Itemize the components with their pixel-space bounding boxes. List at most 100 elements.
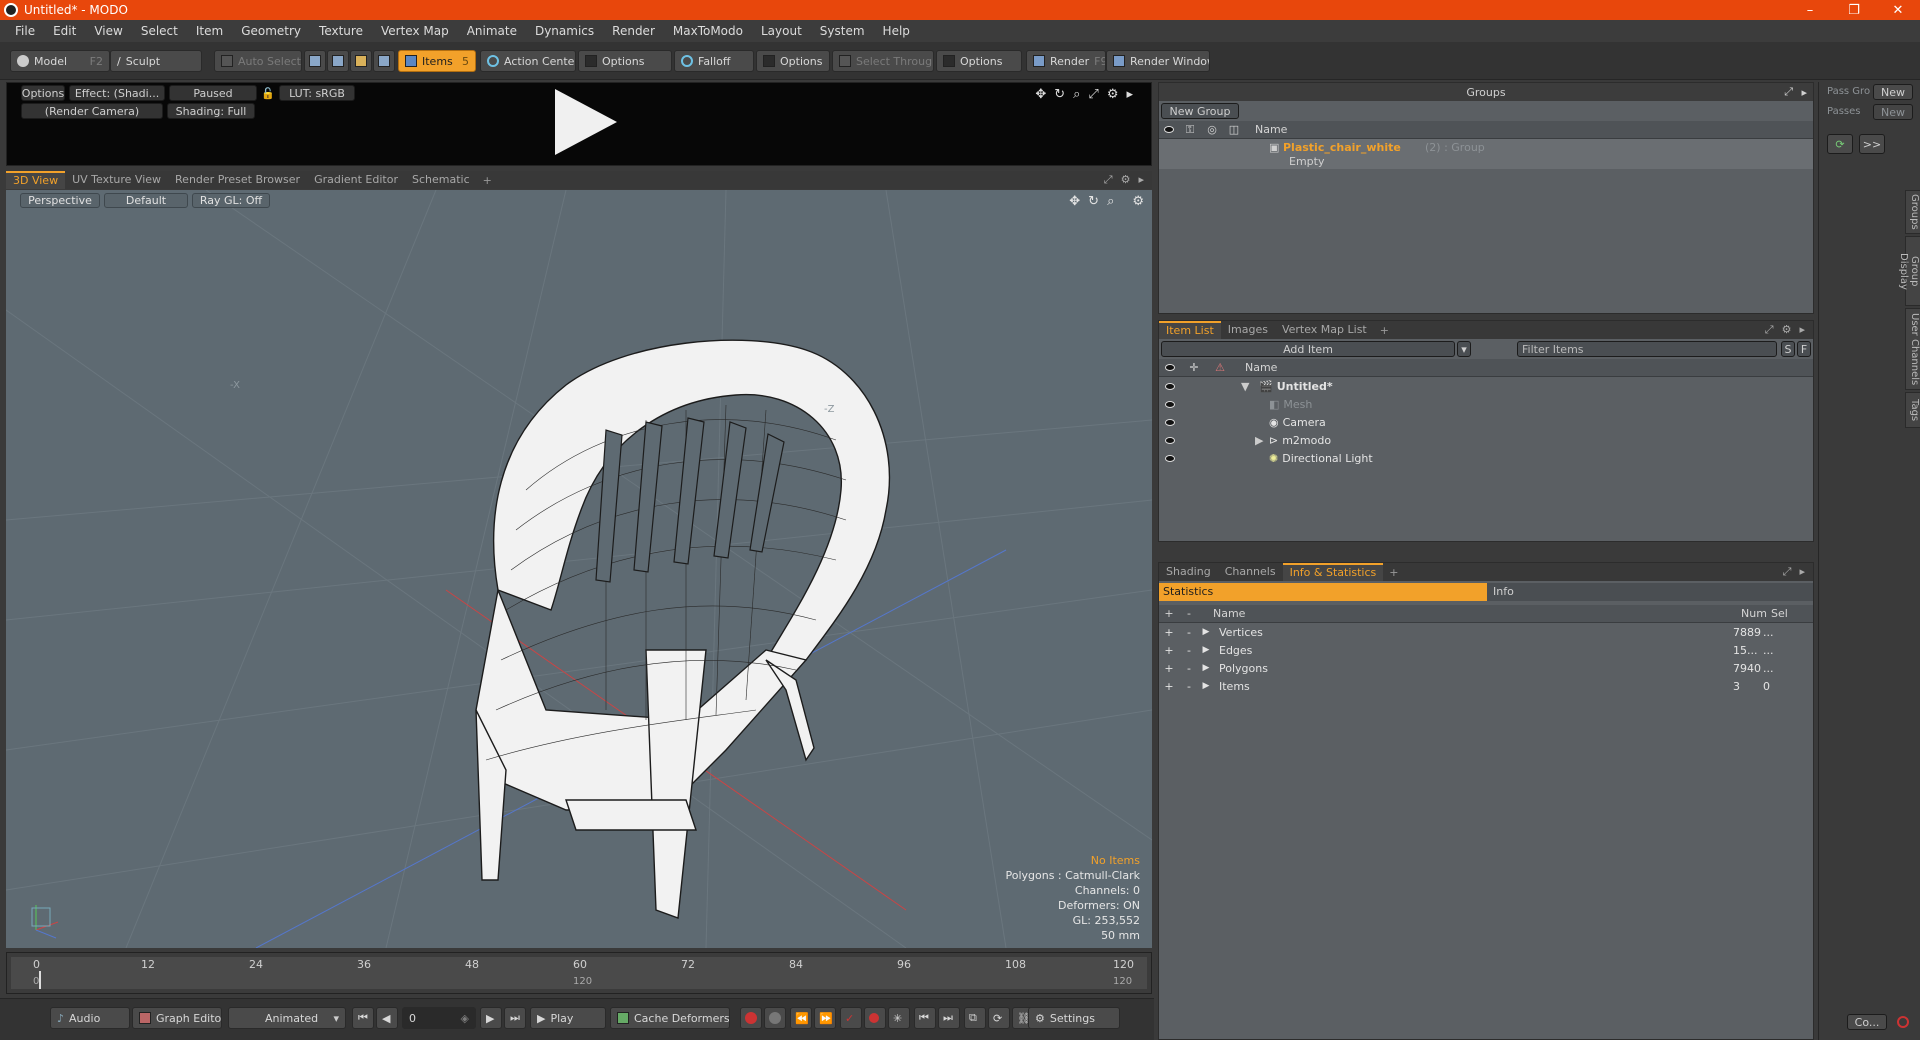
eye-icon[interactable] (1159, 380, 1181, 393)
materials-mode-button[interactable] (373, 50, 395, 72)
fit-icon[interactable]: ⤢ (1088, 87, 1098, 102)
go-to-end-button[interactable]: ⏭ (504, 1007, 526, 1029)
vtab-tags[interactable]: Tags (1905, 392, 1920, 428)
auto-key-button[interactable] (764, 1007, 786, 1029)
lock-icon[interactable]: ⚿ (1179, 123, 1201, 137)
arrow-right-icon[interactable]: ▸ (1126, 87, 1133, 102)
auto-select-button[interactable]: Auto Select (214, 50, 302, 72)
tab-uv-texture-view[interactable]: UV Texture View (65, 171, 168, 189)
tab-statistics[interactable]: Statistics (1159, 583, 1487, 601)
render-window-button[interactable]: Render Window (1106, 50, 1210, 72)
play-icon[interactable] (555, 89, 617, 155)
new-pass-group-button[interactable]: New (1873, 84, 1913, 100)
table-row[interactable]: + - ▶ Edges 15... ... (1159, 641, 1813, 659)
menu-system[interactable]: System (811, 24, 874, 38)
zoom-icon[interactable]: ⌕ (1073, 87, 1080, 102)
list-item[interactable]: ◉ Camera (1159, 413, 1813, 431)
play-button[interactable]: ▶ Play (530, 1007, 606, 1029)
rotate-icon[interactable]: ↻ (1088, 194, 1099, 209)
s-filter-button[interactable]: S (1781, 341, 1795, 357)
view-perspective-dropdown[interactable]: Perspective (20, 193, 100, 208)
vtab-user-channels[interactable]: User Channels (1905, 308, 1920, 390)
minimize-button[interactable]: – (1788, 3, 1832, 18)
list-item[interactable]: ✺ Directional Light (1159, 449, 1813, 467)
menu-select[interactable]: Select (132, 24, 187, 38)
tab-3d-view[interactable]: 3D View (6, 171, 66, 189)
maximize-button[interactable]: ❐ (1832, 3, 1876, 18)
select-through-options-button[interactable]: Options (936, 50, 1022, 72)
graph-editor-button[interactable]: Graph Editor (132, 1007, 222, 1029)
minus-icon[interactable]: - (1179, 626, 1199, 639)
menu-geometry[interactable]: Geometry (232, 24, 310, 38)
animated-dropdown[interactable]: Animated ▾ (228, 1007, 346, 1029)
action-center-button[interactable]: Action Center (480, 50, 576, 72)
chevron-down-icon[interactable]: ▾ (1457, 341, 1471, 357)
eye-icon[interactable] (1159, 452, 1181, 465)
plus-icon[interactable]: + (1159, 680, 1179, 693)
refresh-icon[interactable]: ⟳ (1827, 134, 1853, 154)
menu-view[interactable]: View (85, 24, 131, 38)
arrow-right-icon[interactable]: ▸ (1799, 323, 1805, 337)
model-mode-button[interactable]: Model F2 (10, 50, 110, 72)
minus-icon[interactable]: - (1179, 644, 1199, 657)
tab-gradient-editor[interactable]: Gradient Editor (307, 171, 405, 189)
menu-texture[interactable]: Texture (310, 24, 372, 38)
select-toggle-icon[interactable]: ◫ (1223, 123, 1245, 136)
rotate-icon[interactable]: ↻ (1054, 87, 1065, 102)
tab-channels[interactable]: Channels (1218, 563, 1283, 581)
audio-button[interactable]: ♪ Audio (50, 1007, 130, 1029)
gear-icon[interactable]: ⚙ (1121, 173, 1131, 187)
command-button[interactable]: Co... (1847, 1014, 1887, 1030)
list-item[interactable]: ▼ 🎬 Untitled* (1159, 377, 1813, 395)
3d-viewport[interactable]: -X -Z Perspective Default Ray GL: Off ✥ … (6, 190, 1152, 948)
expand-icon[interactable]: ▶ (1199, 681, 1213, 691)
items-mode-button[interactable]: Items 5 (398, 50, 476, 72)
view-default-dropdown[interactable]: Default (104, 193, 188, 208)
menu-dynamics[interactable]: Dynamics (526, 24, 603, 38)
lock-icon[interactable]: 🔓 (261, 85, 275, 101)
gear-icon[interactable]: ⚙ (1782, 323, 1792, 337)
eye-icon[interactable] (1159, 434, 1181, 447)
falloff-options-button[interactable]: Options (756, 50, 830, 72)
tab-images[interactable]: Images (1221, 321, 1275, 339)
falloff-button[interactable]: Falloff (674, 50, 754, 72)
set-key-button[interactable]: ✓ (840, 1007, 862, 1029)
expand-icon[interactable]: ▶ (1199, 645, 1213, 655)
render-button[interactable]: Render F9 (1026, 50, 1106, 72)
preview-paused-button[interactable]: Paused (169, 85, 257, 101)
expand-icon[interactable]: ▼ (1241, 380, 1255, 393)
tab-info[interactable]: Info (1487, 583, 1813, 601)
settings-button[interactable]: ⚙ Settings (1028, 1007, 1120, 1029)
preview-effect-dropdown[interactable]: Effect: (Shadi... (69, 85, 165, 101)
expand-button[interactable]: >> (1859, 134, 1885, 154)
table-row[interactable]: + - ▶ Vertices 7889 ... (1159, 623, 1813, 641)
current-frame-input[interactable]: 0 ◈ (402, 1007, 476, 1029)
preview-shading-dropdown[interactable]: Shading: Full (167, 103, 255, 119)
new-group-button[interactable]: New Group (1161, 103, 1239, 119)
group-row[interactable]: ▣ Plastic_chair_white (2) : Group Empty (1159, 139, 1813, 169)
prev-key-button[interactable]: ⏪ (790, 1007, 812, 1029)
key-options-button[interactable]: ✳ (888, 1007, 910, 1029)
arrow-right-icon[interactable]: ▸ (1138, 173, 1144, 187)
move-icon[interactable]: ✥ (1069, 194, 1080, 209)
add-tab-button[interactable]: + (477, 174, 498, 187)
eye-icon[interactable] (1159, 361, 1181, 374)
plus-icon[interactable]: + (1159, 626, 1179, 639)
add-tab-button[interactable]: + (1383, 566, 1404, 579)
maximize-panel-icon[interactable]: ⤢ (1783, 565, 1792, 579)
close-button[interactable]: ✕ (1876, 3, 1920, 18)
filter-items-input[interactable]: Filter Items (1517, 341, 1777, 357)
vtab-group-display[interactable]: Group Display (1898, 236, 1920, 306)
zoom-icon[interactable]: ⌕ (1107, 194, 1114, 209)
maximize-panel-icon[interactable]: ⤢ (1784, 85, 1793, 99)
action-center-options-button[interactable]: Options (578, 50, 672, 72)
step-forward-button[interactable]: ▶ (480, 1007, 502, 1029)
gear-icon[interactable]: ⚙ (1107, 87, 1119, 102)
tab-info-statistics[interactable]: Info & Statistics (1282, 563, 1384, 581)
list-item[interactable]: ▶ ⊳ m2modo (1159, 431, 1813, 449)
menu-layout[interactable]: Layout (752, 24, 811, 38)
preview-camera-dropdown[interactable]: (Render Camera) (21, 103, 163, 119)
minus-icon[interactable]: - (1179, 680, 1199, 693)
layer-button[interactable]: ⧉ (964, 1007, 986, 1029)
render-toggle-icon[interactable]: ⚠ (1207, 361, 1233, 374)
